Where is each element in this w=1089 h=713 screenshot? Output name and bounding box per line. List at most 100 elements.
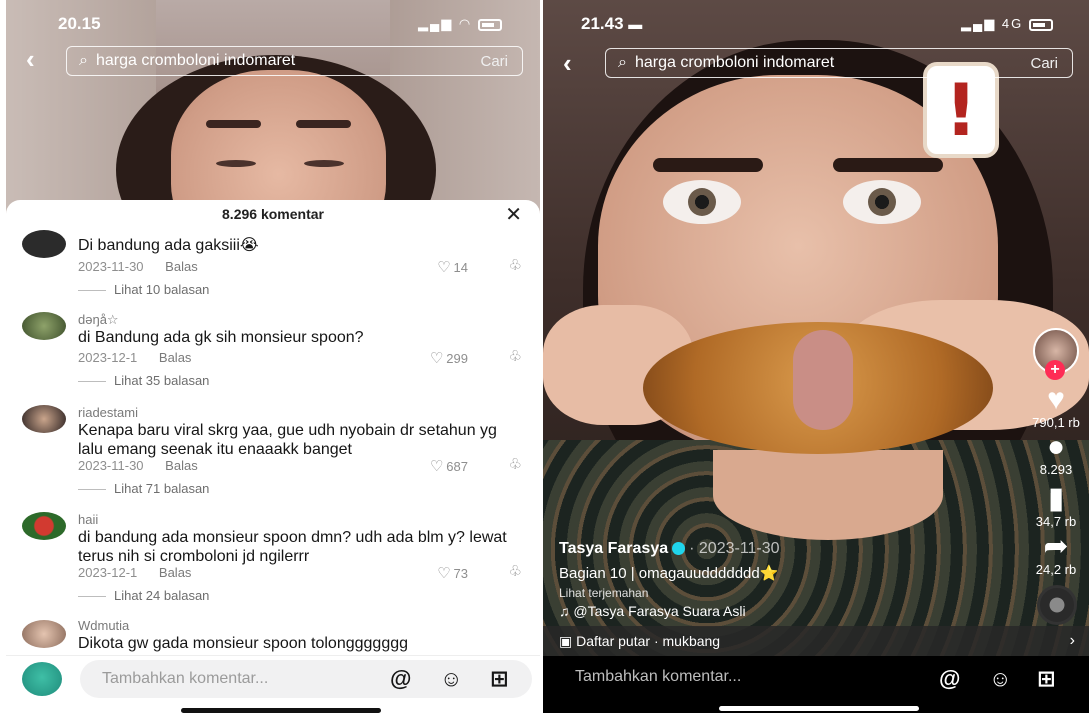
cream-filling — [793, 330, 853, 430]
comment-date: 2023-11-30 — [78, 259, 144, 274]
like-count: 73 — [453, 566, 468, 581]
comment-icon: ● — [1046, 430, 1066, 463]
comment-meta: 2023-12-1 Balas — [78, 350, 191, 365]
dislike-icon[interactable]: ♧ — [509, 347, 522, 365]
avatar[interactable] — [22, 230, 66, 258]
comment-input-bar: Tambahkan komentar... @ ☺ ⊞ — [543, 656, 1089, 713]
like-button[interactable]: ♥ 790,1 rb — [1029, 385, 1083, 431]
comment-input[interactable]: Tambahkan komentar... — [575, 668, 741, 686]
status-time: 21.43 ▬ — [581, 14, 642, 34]
gift-icon[interactable]: ⊞ — [490, 666, 508, 692]
comment-count: 8.293 — [1039, 462, 1073, 477]
divider — [78, 290, 106, 292]
bed-icon: ▬ — [628, 16, 643, 32]
reply-button[interactable]: Balas — [165, 259, 198, 274]
translate-link[interactable]: Lihat terjemahan — [559, 586, 648, 600]
divider — [78, 381, 106, 383]
search-input[interactable]: ⌕ harga cromboloni indomaret Cari — [605, 48, 1073, 78]
reply-button[interactable]: Balas — [165, 458, 198, 473]
comment-meta: 2023-12-1 Balas — [78, 565, 191, 580]
author-name[interactable]: Tasya Farasya — [559, 540, 668, 557]
eye-left — [663, 180, 741, 224]
comment-date: 2023-11-30 — [78, 458, 144, 473]
wifi-icon: ◠ — [458, 16, 473, 31]
emoji-icon[interactable]: ☺ — [989, 666, 1011, 692]
status-time: 20.15 — [58, 14, 101, 33]
view-replies[interactable]: Lihat 24 balasan — [78, 588, 209, 603]
comment-input[interactable]: Tambahkan komentar... @ ☺ ⊞ — [80, 660, 532, 698]
dislike-icon[interactable]: ♧ — [509, 455, 522, 473]
mention-icon[interactable]: @ — [939, 666, 960, 692]
search-button[interactable]: Cari — [480, 53, 508, 70]
search-input[interactable]: ⌕ harga cromboloni indomaret Cari — [66, 46, 523, 76]
heart-icon: ♡ — [429, 350, 444, 367]
comment-text: di Bandung ada gk sih monsieur spoon? — [78, 329, 364, 346]
avatar[interactable] — [22, 405, 66, 433]
comment-username[interactable]: Wdmutia — [78, 618, 129, 633]
comment-meta: 2023-11-30 Balas — [78, 259, 198, 274]
playlist-bar[interactable]: ▣ Daftar putar · mukbang › — [543, 626, 1089, 656]
divider — [78, 489, 106, 491]
signal-icon: ▂▄▆ — [961, 16, 997, 31]
avatar[interactable] — [22, 312, 66, 340]
like-button[interactable]: ♡ 14 — [437, 258, 468, 276]
dislike-icon[interactable]: ♧ — [509, 256, 522, 274]
avatar[interactable] — [22, 620, 66, 648]
gift-icon[interactable]: ⊞ — [1037, 666, 1055, 692]
eye-right — [304, 160, 344, 167]
comment-username[interactable]: dəŋå☆ — [78, 312, 119, 328]
battery-icon — [1028, 18, 1053, 31]
battery-icon — [477, 18, 502, 31]
emoji-icon[interactable]: ☺ — [440, 666, 462, 692]
view-replies[interactable]: Lihat 71 balasan — [78, 481, 209, 496]
follow-plus-icon[interactable]: + — [1045, 360, 1065, 380]
comment-text: Dikota gw gada monsieur spoon tolonggggg… — [78, 635, 409, 652]
dislike-icon[interactable]: ♧ — [509, 562, 522, 580]
playlist-label: Daftar putar · mukbang — [576, 633, 721, 649]
network-label: 4G — [1001, 16, 1024, 31]
comment-date: 2023-12-1 — [78, 350, 138, 365]
like-count: 790,1 rb — [1032, 415, 1080, 430]
verified-icon — [672, 542, 686, 556]
author-line: Tasya Farasya · 2023-11-30 — [559, 540, 780, 558]
share-count: 24,2 rb — [1035, 562, 1077, 577]
view-replies[interactable]: Lihat 10 balasan — [78, 282, 209, 297]
brow-right — [296, 120, 351, 128]
status-icons: ▂▄▆ ◠ — [418, 16, 502, 32]
like-button[interactable]: ♡ 687 — [430, 457, 468, 475]
sound-link[interactable]: ♫ @Tasya Farasya Suara Asli — [559, 603, 746, 619]
reply-button[interactable]: Balas — [159, 350, 192, 365]
left-screen: 20.15 ▂▄▆ ◠ ‹ ⌕ harga cromboloni indomar… — [0, 0, 540, 713]
like-button[interactable]: ♡ 299 — [430, 349, 468, 367]
share-icon: ➦ — [1043, 530, 1069, 563]
comment-username[interactable]: riadestami — [78, 405, 138, 420]
close-icon[interactable]: ✕ — [505, 202, 522, 227]
back-button[interactable]: ‹ — [26, 44, 35, 75]
home-indicator[interactable] — [181, 708, 381, 713]
comment-button[interactable]: ● 8.293 — [1029, 430, 1083, 478]
like-button[interactable]: ♡ 73 — [437, 564, 468, 582]
save-count: 34,7 rb — [1035, 514, 1077, 529]
search-button[interactable]: Cari — [1030, 55, 1058, 72]
search-query: harga cromboloni indomaret — [634, 54, 835, 71]
comments-sheet: 8.296 komentar ✕ Di bandung ada gaksiii😭… — [6, 200, 540, 713]
reply-button[interactable]: Balas — [159, 565, 192, 580]
comment-input-bar: Tambahkan komentar... @ ☺ ⊞ — [6, 655, 540, 713]
view-replies[interactable]: Lihat 35 balasan — [78, 373, 209, 388]
bookmark-icon: ▮ — [1047, 482, 1065, 515]
avatar[interactable] — [22, 512, 66, 540]
like-count: 14 — [453, 260, 468, 275]
comment-count-title: 8.296 komentar — [222, 206, 324, 222]
home-indicator[interactable] — [719, 706, 919, 711]
comment-username[interactable]: haii — [78, 512, 98, 527]
neck — [713, 450, 943, 540]
back-button[interactable]: ‹ — [563, 48, 572, 79]
save-button[interactable]: ▮ 34,7 rb — [1029, 482, 1083, 530]
video-caption: Bagian 10 | omagauuddddddd⭐ — [559, 565, 779, 582]
share-button[interactable]: ➦ 24,2 rb — [1029, 530, 1083, 578]
mention-icon[interactable]: @ — [390, 666, 411, 692]
search-icon: ⌕ — [618, 54, 627, 71]
playlist-icon: ▣ — [559, 633, 573, 649]
music-disc-icon[interactable] — [1037, 585, 1077, 625]
like-count: 299 — [446, 351, 468, 366]
